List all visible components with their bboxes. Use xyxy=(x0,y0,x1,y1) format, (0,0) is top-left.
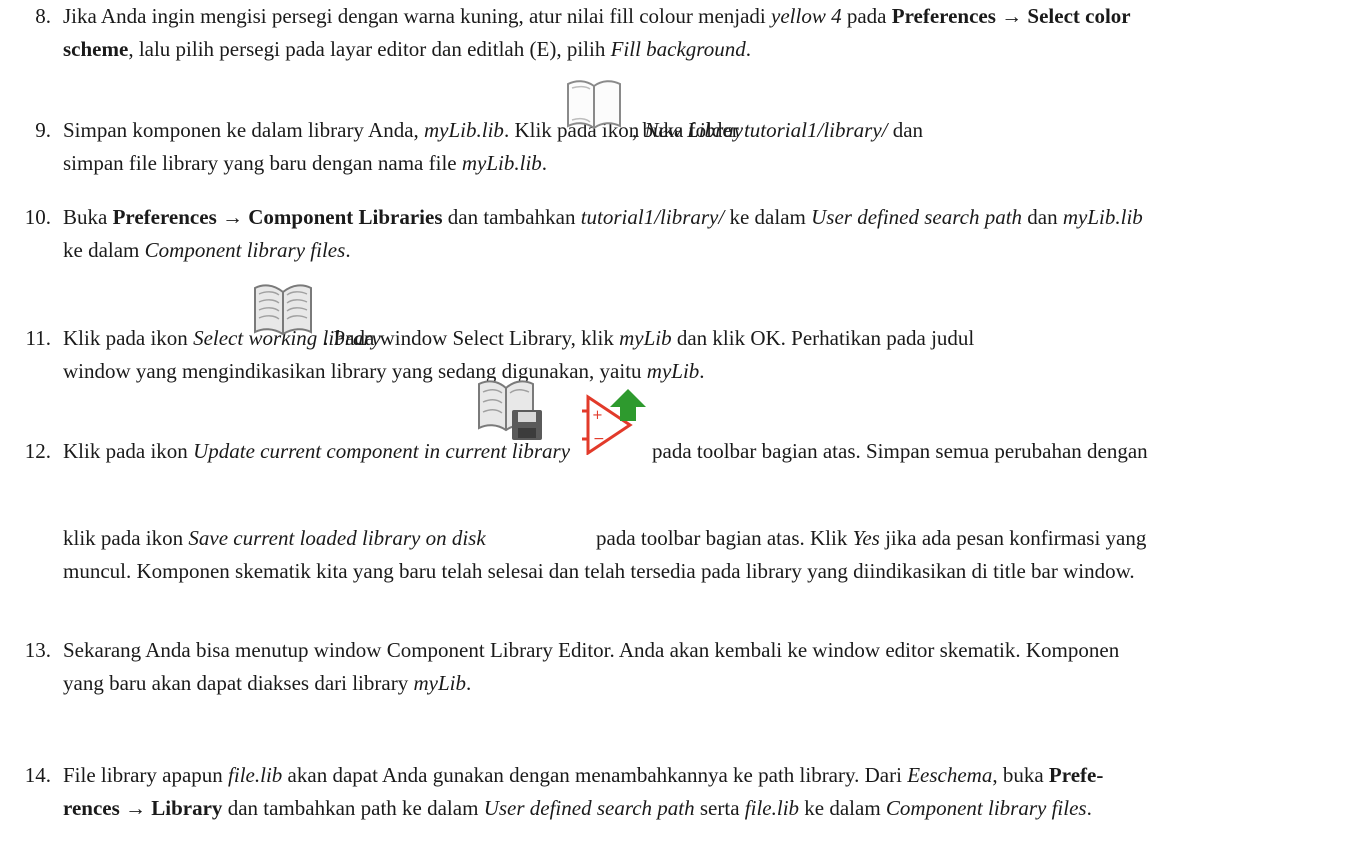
text: Save current loaded library on disk xyxy=(188,526,486,550)
text: Preferences xyxy=(112,205,217,229)
item-9-line-2: simpan file library yang baru dengan nam… xyxy=(63,151,547,176)
text: Klik pada ikon xyxy=(63,326,194,350)
arrow-text: → xyxy=(216,205,249,229)
text: myLib xyxy=(413,671,466,695)
text: dan xyxy=(1022,205,1063,229)
text: window yang mengindikasikan library yang… xyxy=(63,359,647,383)
text: Component library files xyxy=(144,238,346,262)
text: . xyxy=(1086,796,1092,820)
text: Library xyxy=(151,796,223,820)
svg-text:+: + xyxy=(592,408,603,423)
text: Select color xyxy=(1027,4,1131,28)
text: Jika Anda ingin mengisi persegi dengan w… xyxy=(63,4,772,28)
item-10-line-2: ke dalam Component library files. xyxy=(63,238,351,263)
item-12-line-2: klik pada ikon Save current loaded libra… xyxy=(63,526,486,551)
text: yellow 4 xyxy=(771,4,842,28)
item-9-line-1-cont: , buka folder tutorial1/library/ dan xyxy=(632,118,923,143)
arrow-text: → xyxy=(995,4,1028,28)
item-number: 13. xyxy=(24,638,51,662)
text: Sekarang Anda bisa menutup window Compon… xyxy=(63,638,1120,662)
text: pada toolbar bagian atas. Klik xyxy=(596,526,853,550)
text: dan xyxy=(887,118,924,142)
text: . xyxy=(745,37,751,61)
new-library-icon xyxy=(564,74,624,140)
text: ke dalam xyxy=(799,796,886,820)
text: klik pada ikon xyxy=(63,526,189,550)
text: Eeschema xyxy=(907,763,993,787)
text: Component library files xyxy=(885,796,1087,820)
item-11-line-1-cont: . Pada window Select Library, klik myLib… xyxy=(323,326,974,351)
text: . xyxy=(345,238,351,262)
text: . xyxy=(541,151,548,175)
text: User defined search path xyxy=(483,796,695,820)
item-12-line-2-cont: pada toolbar bagian atas. Klik Yes jika … xyxy=(596,526,1146,551)
text: dan klik OK. Perhatikan pada judul xyxy=(671,326,975,350)
text: Prefe- xyxy=(1048,763,1104,787)
item-13-line-1: Sekarang Anda bisa menutup window Compon… xyxy=(63,638,1119,663)
item-13-line-2: yang baru akan dapat diakses dari librar… xyxy=(63,671,471,696)
text: myLib xyxy=(646,359,700,383)
text: tutorial1/library/ xyxy=(743,118,888,142)
item-number: 11. xyxy=(25,326,51,350)
text: Preferences xyxy=(891,4,996,28)
text: scheme xyxy=(63,37,129,61)
text: file.lib xyxy=(744,796,800,820)
item-8-line-2: scheme, lalu pilih persegi pada layar ed… xyxy=(63,37,751,62)
item-14-line-1: File library apapun file.lib akan dapat … xyxy=(63,763,1103,788)
text: Component Libraries xyxy=(248,205,443,229)
arrow-text: → xyxy=(119,796,152,820)
text: , buka folder xyxy=(632,118,744,142)
item-8-line-1: Jika Anda ingin mengisi persegi dengan w… xyxy=(63,4,1131,29)
item-number: 9. xyxy=(35,118,51,142)
svg-text:−: − xyxy=(593,431,605,447)
text: muncul. Komponen skematik kita yang baru… xyxy=(63,559,1135,583)
text: simpan file library yang baru dengan nam… xyxy=(63,151,462,175)
text: File library apapun xyxy=(63,763,229,787)
item-10-line-1: Buka Preferences → Component Libraries d… xyxy=(63,205,1143,230)
text: Fill background xyxy=(610,37,746,61)
item-12-line-3: muncul. Komponen skematik kita yang baru… xyxy=(63,559,1135,584)
text: , lalu pilih persegi pada layar editor d… xyxy=(128,37,611,61)
item-number: 14. xyxy=(24,763,51,787)
item-number: 8. xyxy=(35,4,51,28)
text: Klik pada ikon xyxy=(63,439,194,463)
text: . xyxy=(699,359,705,383)
text: file.lib xyxy=(228,763,283,787)
text: User defined search path xyxy=(811,205,1023,229)
item-14-line-2: rences → Library dan tambahkan path ke d… xyxy=(63,796,1092,821)
text: dan tambahkan path ke dalam xyxy=(222,796,484,820)
text: dan tambahkan xyxy=(442,205,581,229)
text: ke dalam xyxy=(724,205,812,229)
select-working-library-icon xyxy=(251,278,315,346)
text: myLib.lib xyxy=(1062,205,1143,229)
item-number: 10. xyxy=(24,205,51,229)
text: myLib.lib xyxy=(424,118,504,142)
text: jika ada pesan konfirmasi yang xyxy=(879,526,1147,550)
text: myLib.lib xyxy=(461,151,542,175)
text: pada toolbar bagian atas. Simpan semua p… xyxy=(652,439,1148,463)
item-11-line-2: window yang mengindikasikan library yang… xyxy=(63,359,705,384)
text: serta xyxy=(694,796,745,820)
text: rences xyxy=(63,796,120,820)
text: pada xyxy=(841,4,892,28)
text: , buka xyxy=(992,763,1049,787)
document-page: 8. Jika Anda ingin mengisi persegi denga… xyxy=(0,0,1371,861)
text: ke dalam xyxy=(63,238,145,262)
text: Simpan komponen ke dalam library Anda, xyxy=(63,118,425,142)
text: Buka xyxy=(63,205,113,229)
text: tutorial1/library/ xyxy=(580,205,725,229)
text: yang baru akan dapat diakses dari librar… xyxy=(63,671,414,695)
save-library-icon xyxy=(476,374,544,448)
text: . xyxy=(465,671,472,695)
item-12-line-1-cont: pada toolbar bagian atas. Simpan semua p… xyxy=(652,439,1148,464)
text: akan dapat Anda gunakan dengan menambahk… xyxy=(282,763,908,787)
text: . Pada window Select Library, klik xyxy=(323,326,620,350)
item-number: 12. xyxy=(24,439,51,463)
update-component-icon: + − xyxy=(582,389,646,461)
text: Yes xyxy=(852,526,880,550)
text: myLib xyxy=(619,326,672,350)
